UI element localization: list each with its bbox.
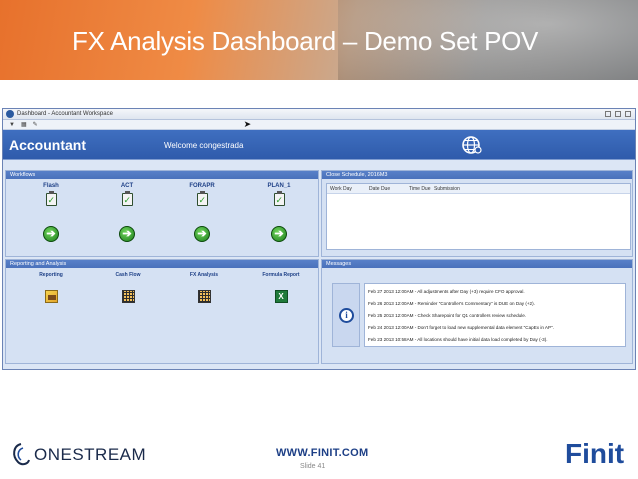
clipboard-check-icon[interactable] <box>45 191 57 206</box>
grid-view-icon[interactable]: ▦ <box>21 121 27 128</box>
clipboard-check-icon[interactable] <box>273 191 285 206</box>
slide-footer: ONESTREAM WWW.FINIT.COM Slide 41 Finit <box>0 430 638 479</box>
report-item-cash-flow[interactable]: Cash Flow <box>101 272 155 303</box>
report-label: Reporting <box>39 272 63 278</box>
edit-icon[interactable]: ✎ <box>33 121 38 128</box>
close-schedule-heading: Close Schedule, 2016M3 <box>322 171 632 179</box>
messages-panel: Messages i Feb 27 2013 12:00AM - All adj… <box>321 259 633 364</box>
reporting-panel: Reporting and Analysis Reporting Cash Fl… <box>5 259 319 364</box>
minimize-icon[interactable] <box>605 111 611 117</box>
report-icon[interactable] <box>44 290 58 303</box>
message-list[interactable]: Feb 27 2013 12:00AM - All adjustments af… <box>364 283 626 347</box>
table-header: Work Day Date Due Time Due Submission <box>327 184 630 194</box>
workflow-label: Flash <box>43 183 59 189</box>
workflow-item-flash[interactable]: Flash ➔ <box>31 183 71 242</box>
role-banner: Accountant Welcome congestrada <box>3 130 635 160</box>
message-item[interactable]: Feb 23 2013 10:58AM - All locations shou… <box>368 334 622 346</box>
window-titlebar: Dashboard - Accountant Workspace <box>3 109 635 120</box>
grid-icon[interactable] <box>121 290 135 303</box>
onestream-logo-text: ONESTREAM <box>34 445 147 464</box>
workflows-panel: Workflows Flash ➔ ACT ➔ FORAPR ➔ PLAN_1 … <box>5 170 319 257</box>
column-header-date-due[interactable]: Date Due <box>369 186 390 192</box>
report-label: Cash Flow <box>115 272 141 278</box>
report-item-fx-analysis[interactable]: FX Analysis <box>177 272 231 303</box>
report-item-reporting[interactable]: Reporting <box>24 272 78 303</box>
maximize-icon[interactable] <box>615 111 621 117</box>
window-title: Dashboard - Accountant Workspace <box>17 111 113 117</box>
clipboard-check-icon[interactable] <box>196 191 208 206</box>
message-info-panel: i <box>332 283 360 347</box>
workflow-item-plan-1[interactable]: PLAN_1 ➔ <box>259 183 299 242</box>
go-arrow-icon[interactable]: ➔ <box>119 226 135 242</box>
website-link[interactable]: WWW.FINIT.COM <box>276 447 369 459</box>
reporting-heading: Reporting and Analysis <box>6 260 318 268</box>
message-item[interactable]: Feb 27 2013 12:00AM - All adjustments af… <box>368 286 622 298</box>
slide-header: FX Analysis Dashboard – Demo Set POV <box>0 0 638 80</box>
slide-number: Slide 41 <box>300 463 326 470</box>
close-schedule-panel: Close Schedule, 2016M3 Work Day Date Due… <box>321 170 633 257</box>
filter-icon[interactable]: ▼ <box>9 122 15 128</box>
globe-icon[interactable] <box>461 135 483 155</box>
message-item[interactable]: Feb 26 2013 12:00AM - Reminder "Controll… <box>368 298 622 310</box>
mouse-cursor-icon: ➤ <box>243 119 252 129</box>
toolbar: ▼ ▦ ✎ ➤ <box>3 119 635 130</box>
workflows-heading: Workflows <box>6 171 318 179</box>
go-arrow-icon[interactable]: ➔ <box>271 226 287 242</box>
message-item[interactable]: Feb 25 2013 12:00AM - Check Sharepoint f… <box>368 310 622 322</box>
finit-logo: Finit <box>565 438 625 469</box>
slide-title: FX Analysis Dashboard – Demo Set POV <box>72 26 539 56</box>
close-schedule-table[interactable]: Work Day Date Due Time Due Submission <box>326 183 631 250</box>
go-arrow-icon[interactable]: ➔ <box>43 226 59 242</box>
info-icon: i <box>339 308 354 323</box>
report-item-formula-report[interactable]: Formula Report X <box>254 272 308 303</box>
messages-heading: Messages <box>322 260 632 268</box>
column-header-submission[interactable]: Submission <box>434 186 460 192</box>
role-title: Accountant <box>9 136 86 153</box>
workflow-item-forapr[interactable]: FORAPR ➔ <box>182 183 222 242</box>
go-arrow-icon[interactable]: ➔ <box>194 226 210 242</box>
grid-icon[interactable] <box>197 290 211 303</box>
workflow-label: ACT <box>120 183 134 189</box>
app-window: Dashboard - Accountant Workspace ▼ ▦ ✎ ➤… <box>2 108 636 370</box>
window-controls <box>605 111 635 117</box>
column-header-time-due[interactable]: Time Due <box>409 186 431 192</box>
workflow-label: PLAN_1 <box>267 183 291 189</box>
onestream-mark-icon <box>13 443 30 466</box>
app-logo-icon <box>6 110 14 118</box>
excel-icon[interactable]: X <box>274 290 288 303</box>
column-header-work-day[interactable]: Work Day <box>330 186 352 192</box>
close-icon[interactable] <box>625 111 631 117</box>
workflow-item-act[interactable]: ACT ➔ <box>107 183 147 242</box>
onestream-logo: ONESTREAM <box>10 442 146 468</box>
report-label: Formula Report <box>262 272 300 278</box>
clipboard-check-icon[interactable] <box>121 191 133 206</box>
workflow-label: FORAPR <box>189 183 215 189</box>
message-item[interactable]: Feb 24 2013 12:00AM - Don't forget to lo… <box>368 322 622 334</box>
report-label: FX Analysis <box>189 272 219 278</box>
welcome-text: Welcome congestrada <box>164 141 244 150</box>
